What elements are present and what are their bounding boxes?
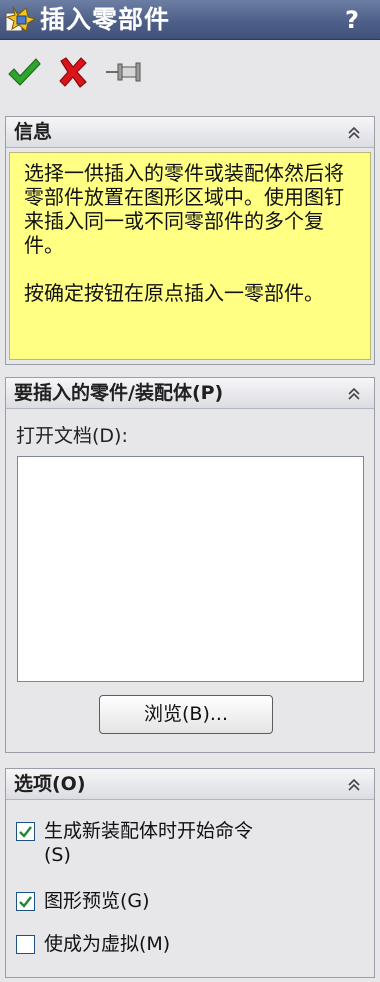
info-section-header[interactable]: 信息 [6, 117, 374, 148]
graphics-preview-option[interactable]: 图形预览(G) [16, 889, 216, 915]
graphics-preview-checkbox[interactable] [16, 892, 35, 911]
part-section-title: 要插入的零件/装配体(P) [14, 382, 224, 404]
start-command-checkbox[interactable] [16, 822, 35, 841]
info-message-line: 按确定按钮在原点插入一零部件。 [24, 281, 324, 305]
collapse-chevron-icon[interactable] [346, 777, 362, 793]
info-message-line: 选择一供插入的零件或装配体然后将零部件放置在图形区域中。使用图钉来插入同一或不同… [24, 161, 344, 257]
make-virtual-option[interactable]: 使成为虚拟(M) [16, 932, 216, 958]
window-title: 插入零部件 [40, 5, 171, 34]
open-documents-label: 打开文档(D): [16, 425, 128, 447]
ok-button[interactable] [6, 54, 42, 90]
open-documents-list[interactable] [17, 456, 364, 682]
red-x-icon [59, 57, 87, 88]
options-section-header[interactable]: 选项(O) [6, 769, 374, 800]
collapse-chevron-icon[interactable] [346, 386, 362, 402]
help-button[interactable]: ? [338, 4, 366, 36]
make-virtual-label: 使成为虚拟(M) [44, 933, 171, 955]
pin-button[interactable] [104, 54, 144, 90]
start-command-label-line: 生成新装配体时开始命令 [44, 820, 254, 842]
green-checkmark-icon [8, 58, 41, 86]
checkmark-icon [19, 826, 32, 838]
start-command-label-shortcut: (S) [44, 844, 71, 866]
options-section: 选项(O) 生成新装配体时开始命令 (S) 图形预览(G) 使成为虚拟(M) [5, 768, 375, 978]
info-message-box: 选择一供插入的零件或装配体然后将零部件放置在图形区域中。使用图钉来插入同一或不同… [9, 152, 371, 360]
checkmark-icon [19, 896, 32, 908]
make-virtual-checkbox[interactable] [16, 935, 35, 954]
collapse-chevron-icon[interactable] [346, 125, 362, 141]
part-section-header[interactable]: 要插入的零件/装配体(P) [6, 378, 374, 409]
part-to-insert-section: 要插入的零件/装配体(P) 打开文档(D): 浏览(B)... [5, 377, 375, 753]
title-bar: 插入零部件 ? [0, 0, 380, 40]
info-section-title: 信息 [14, 121, 53, 143]
graphics-preview-label: 图形预览(G) [44, 890, 150, 912]
options-section-title: 选项(O) [14, 773, 86, 795]
info-section: 信息 选择一供插入的零件或装配体然后将零部件放置在图形区域中。使用图钉来插入同一… [5, 116, 375, 365]
start-command-option[interactable]: 生成新装配体时开始命令 (S) [16, 819, 356, 871]
pushpin-icon [106, 62, 141, 82]
insert-component-icon [5, 6, 37, 32]
action-toolbar [0, 40, 380, 108]
cancel-button[interactable] [56, 54, 90, 90]
start-command-label: 生成新装配体时开始命令 (S) [44, 819, 253, 867]
browse-button[interactable]: 浏览(B)... [99, 695, 273, 734]
